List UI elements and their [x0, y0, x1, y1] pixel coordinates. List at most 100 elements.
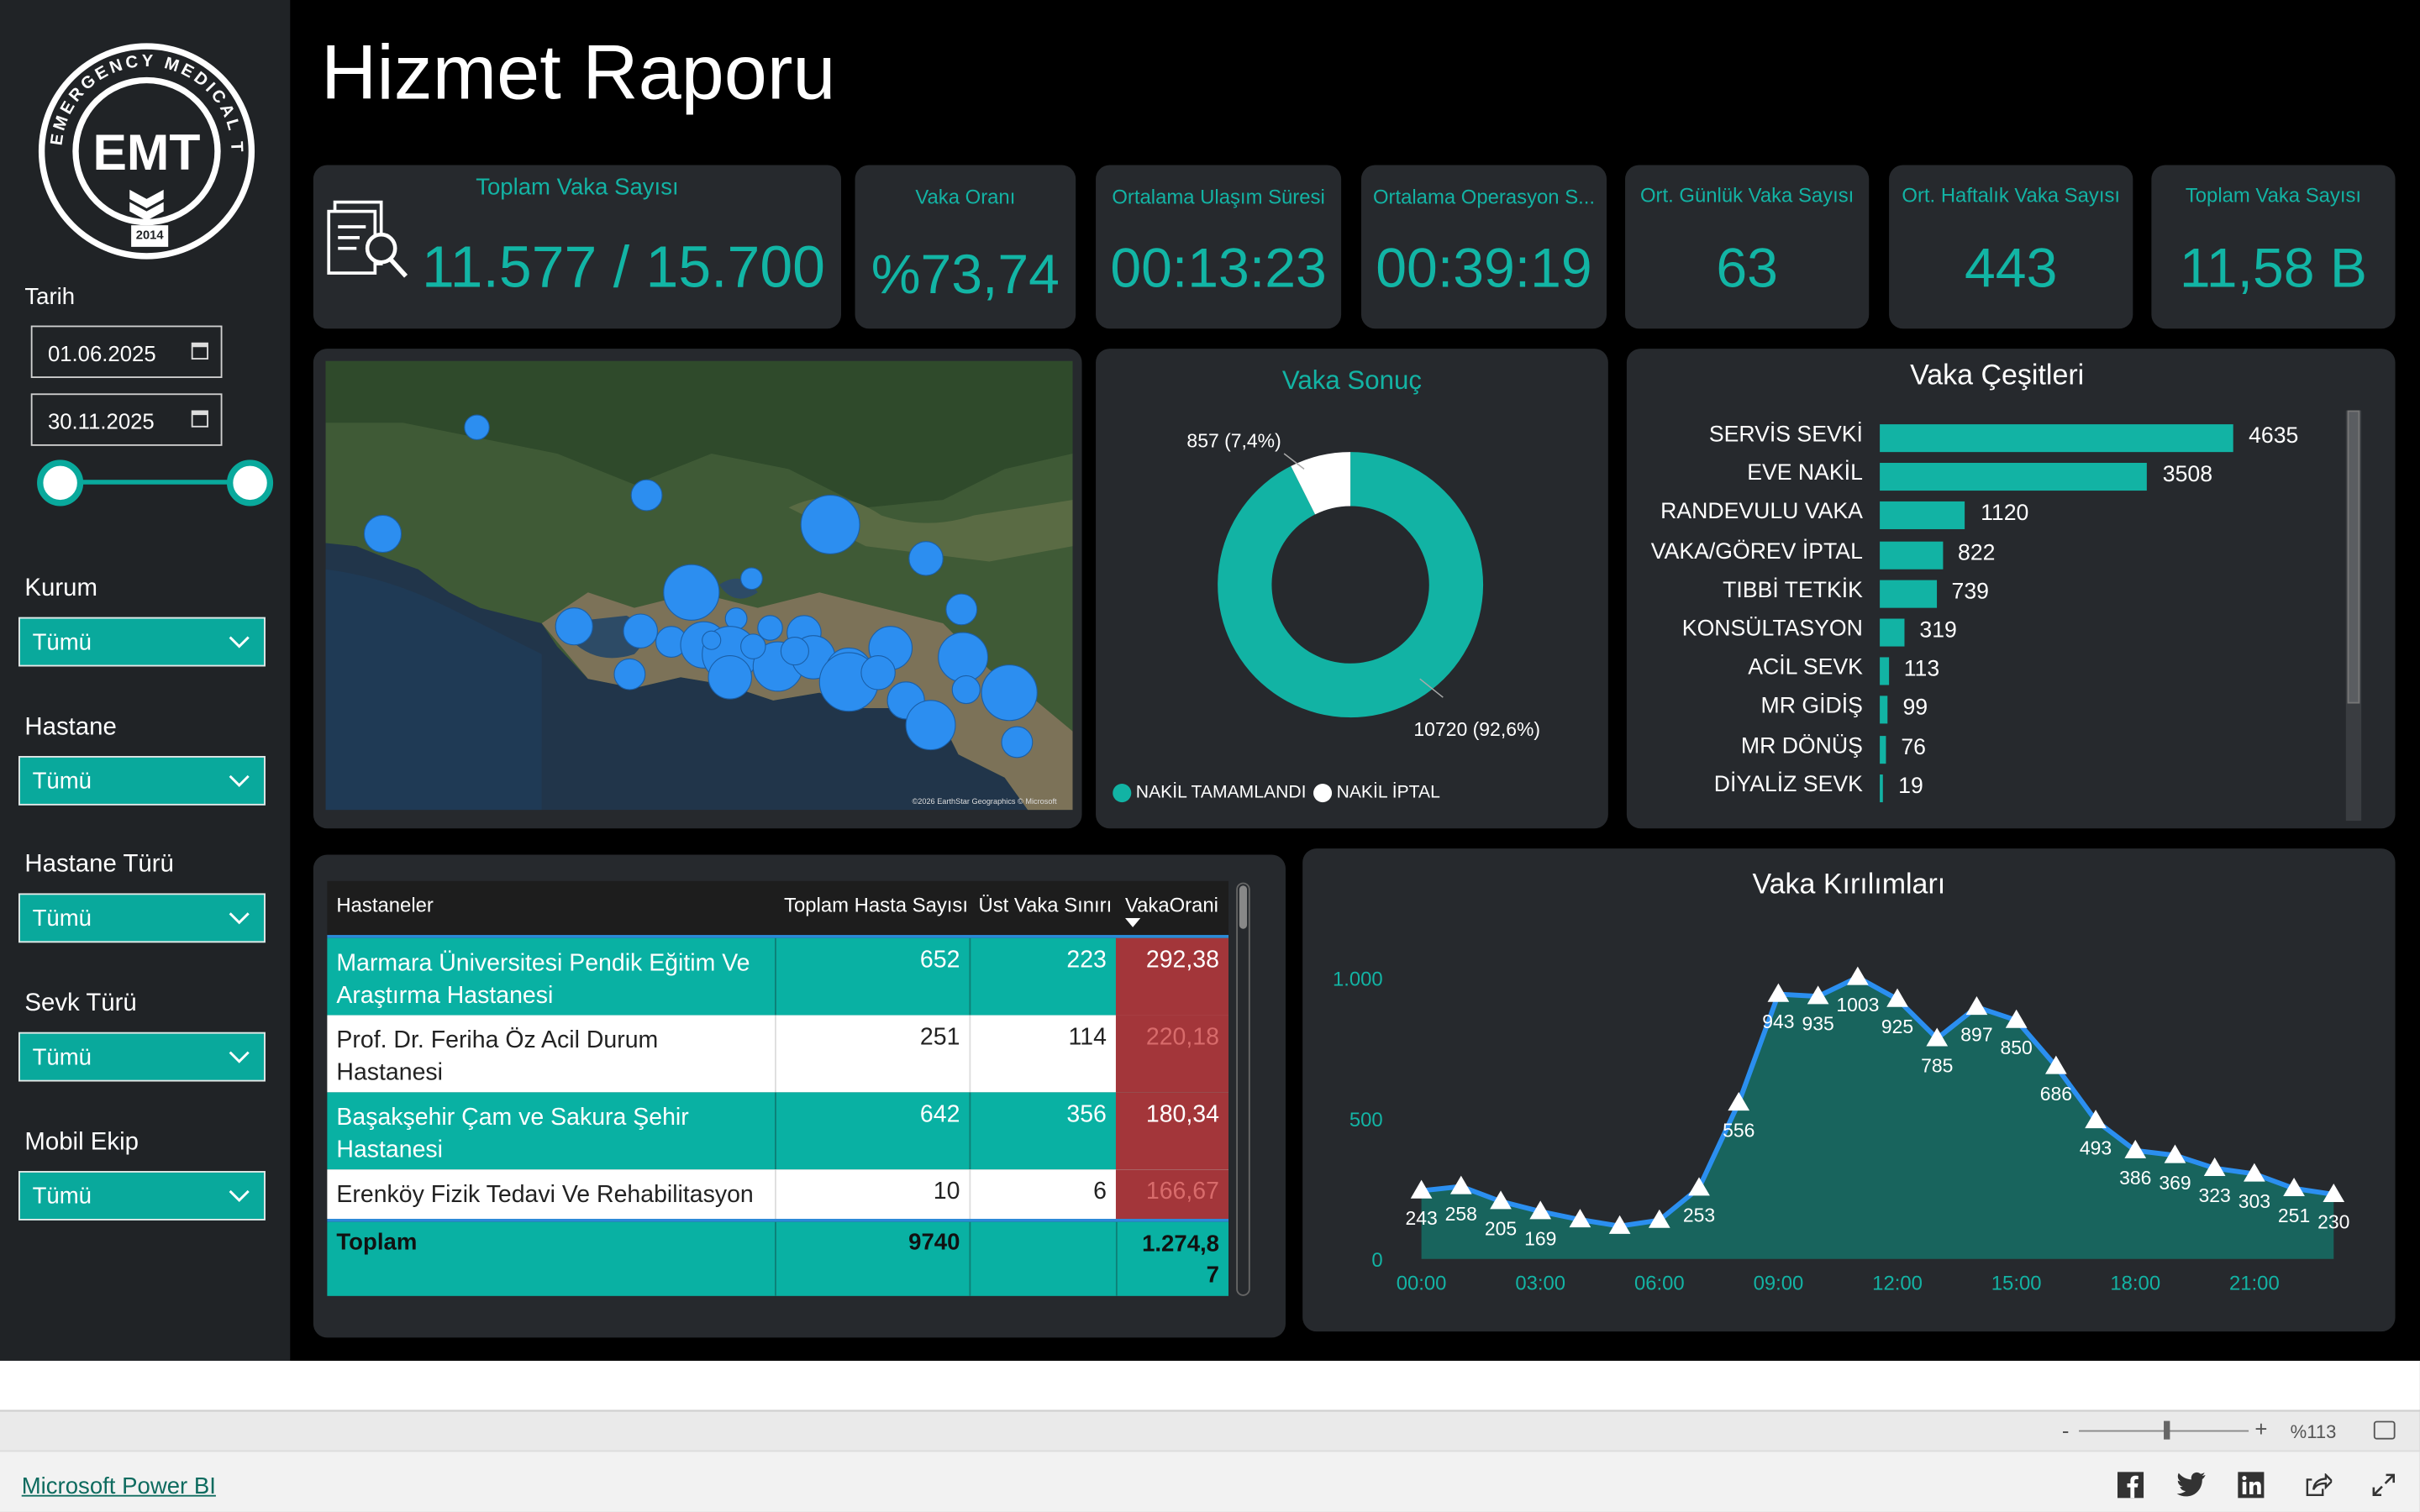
- date-range-start-handle[interactable]: [37, 459, 84, 507]
- scrollbar-thumb[interactable]: [2347, 410, 2360, 704]
- bar-value-label: 4635: [2249, 424, 2299, 449]
- legend-cancelled[interactable]: NAKİL İPTAL: [1337, 784, 1440, 802]
- bar[interactable]: [1880, 774, 1883, 802]
- bar-chart-scrollbar[interactable]: [2345, 410, 2362, 822]
- vaka-sonuc-donut[interactable]: [1096, 349, 1608, 828]
- kpi-card-avg-daily[interactable]: Ort. Günlük Vaka Sayısı 63: [1625, 165, 1870, 329]
- kpi-card-avg-weekly[interactable]: Ort. Haftalık Vaka Sayısı 443: [1889, 165, 2133, 329]
- hastane-dropdown[interactable]: Tümü: [18, 755, 266, 806]
- mobil-ekip-dropdown[interactable]: Tümü: [18, 1171, 266, 1221]
- document-search-icon: [327, 200, 408, 278]
- bar[interactable]: [1880, 696, 1888, 725]
- date-start-input[interactable]: 01.06.2025: [30, 325, 223, 378]
- chevron-down-icon: [229, 636, 250, 648]
- bar-category-label: MR DÖNÜŞ: [1740, 733, 1863, 759]
- map-bubble[interactable]: [1001, 726, 1034, 759]
- vaka-kirilimlari-area-chart[interactable]: 0 500 1.000 243 258 205 169 253 556 943 9351003925…: [1302, 848, 2395, 1331]
- data-point-marker[interactable]: [1965, 996, 1988, 1016]
- hospital-name-line1: Prof. Dr. Feriha Öz Acil Durum: [336, 1027, 659, 1054]
- kpi-card-case-rate[interactable]: Vaka Oranı %73,74: [855, 165, 1076, 329]
- date-range-end-handle[interactable]: [226, 459, 274, 507]
- kpi-card-total-cases[interactable]: Toplam Vaka Sayısı 11.577 / 15.700: [313, 165, 842, 329]
- map-bubble[interactable]: [630, 479, 663, 512]
- bar[interactable]: [1880, 463, 2148, 491]
- kpi-title: Toplam Vaka Sayısı: [476, 174, 679, 201]
- bar[interactable]: [1880, 501, 1965, 530]
- data-point-marker[interactable]: [1846, 966, 1869, 985]
- fit-to-page-icon[interactable]: [2373, 1420, 2396, 1440]
- linkedin-icon[interactable]: [2238, 1472, 2265, 1499]
- total-ratio: 1.274,8 7: [1115, 1221, 1228, 1296]
- bar[interactable]: [1880, 657, 1889, 685]
- bar[interactable]: [1880, 618, 1905, 647]
- map-bubble[interactable]: [981, 664, 1038, 722]
- kpi-card-avg-arrival[interactable]: Ortalama Ulaşım Süresi 00:13:23: [1096, 165, 1342, 329]
- map-bubble[interactable]: [905, 700, 956, 751]
- fullscreen-icon[interactable]: [2372, 1473, 2396, 1497]
- map-bubble[interactable]: [860, 655, 896, 690]
- map-bubble[interactable]: [363, 514, 402, 554]
- map-bubble[interactable]: [708, 655, 753, 700]
- hastane-turu-dropdown[interactable]: Tümü: [18, 893, 266, 943]
- map-bubble[interactable]: [757, 615, 783, 641]
- table-scrollbar[interactable]: [1236, 882, 1250, 1296]
- sort-desc-icon[interactable]: [1124, 917, 1141, 927]
- data-label: 253: [1683, 1205, 1715, 1226]
- bar-value-label: 1120: [1981, 501, 2029, 528]
- map-bubble[interactable]: [702, 630, 722, 650]
- twitter-icon[interactable]: [2176, 1472, 2206, 1497]
- mobil-ekip-value: Tümü: [32, 1183, 92, 1210]
- map-bubble[interactable]: [555, 607, 593, 646]
- sevk-turu-dropdown[interactable]: Tümü: [18, 1032, 266, 1082]
- map-bubble[interactable]: [740, 633, 766, 659]
- table-row[interactable]: Prof. Dr. Feriha Öz Acil Durum Hastanesi …: [327, 1015, 1229, 1093]
- facebook-icon[interactable]: [2117, 1472, 2144, 1499]
- zoom-in-button[interactable]: +: [2254, 1416, 2267, 1441]
- table-row[interactable]: Başakşehir Çam ve Sakura Şehir Hastanesi …: [327, 1092, 1229, 1170]
- zoom-slider-thumb[interactable]: [2164, 1420, 2170, 1440]
- map-bubble[interactable]: [800, 495, 860, 554]
- bar[interactable]: [1880, 424, 2233, 453]
- map-bubble[interactable]: [908, 541, 944, 576]
- bar[interactable]: [1880, 580, 1937, 608]
- map-bubble[interactable]: [663, 564, 720, 621]
- share-icon[interactable]: [2306, 1473, 2333, 1497]
- table-row[interactable]: Marmara Üniversitesi Pendik Eğitim Ve Ara…: [327, 937, 1229, 1016]
- scrollbar-thumb[interactable]: [1239, 885, 1248, 929]
- map-bubble[interactable]: [623, 613, 658, 648]
- map-bubble[interactable]: [740, 567, 763, 591]
- zoom-out-button[interactable]: -: [2062, 1418, 2070, 1442]
- col-header-total[interactable]: Toplam Hasta Sayısı: [784, 893, 968, 916]
- map-bubble[interactable]: [613, 658, 646, 690]
- calendar-icon[interactable]: [191, 342, 208, 360]
- bar[interactable]: [1880, 735, 1886, 764]
- map-bubble[interactable]: [464, 414, 490, 441]
- table-row[interactable]: Erenköy Fizik Tedavi Ve Rehabilitasyon 1…: [327, 1169, 1229, 1219]
- powerbi-link[interactable]: Microsoft Power BI: [22, 1473, 216, 1499]
- table-total-row: Toplam 9740 1.274,8 7: [327, 1221, 1229, 1296]
- x-tick-label: 21:00: [2229, 1272, 2280, 1294]
- cell-total: 10: [775, 1169, 969, 1219]
- cell-limit: 356: [969, 1092, 1115, 1170]
- map-bubble[interactable]: [951, 675, 981, 705]
- col-header-limit[interactable]: Üst Vaka Sınırı: [978, 893, 1112, 916]
- map-bubble[interactable]: [945, 593, 978, 626]
- total-limit-empty: [969, 1221, 1115, 1296]
- kpi-card-avg-operation[interactable]: Ortalama Operasyon S... 00:39:19: [1360, 165, 1607, 329]
- map-bubble[interactable]: [780, 637, 809, 666]
- date-end-input[interactable]: 30.11.2025: [30, 393, 223, 446]
- sevk-turu-value: Tümü: [32, 1044, 92, 1071]
- calendar-icon[interactable]: [191, 410, 208, 428]
- bar[interactable]: [1880, 540, 1943, 569]
- bar-value-label: 319: [1919, 618, 1957, 643]
- vaka-cesitleri-bars[interactable]: SERVİS SEVKİ 4635 EVE NAKİL 3508 RANDEVULU V…: [1627, 349, 2396, 828]
- kpi-card-total-cases-short[interactable]: Toplam Vaka Sayısı 11,58 B: [2151, 165, 2396, 329]
- legend-completed[interactable]: NAKİL TAMAMLANDI: [1136, 784, 1307, 802]
- bar-category-label: ACİL SEVK: [1748, 655, 1863, 681]
- col-header-ratio[interactable]: VakaOrani: [1125, 893, 1218, 916]
- bar-value-label: 3508: [2162, 463, 2213, 488]
- kurum-dropdown[interactable]: Tümü: [18, 617, 266, 667]
- case-location-map[interactable]: ©2026 EarthStar Geographics © Microsoft: [325, 360, 1073, 811]
- col-header-hastaneler[interactable]: Hastaneler: [336, 893, 433, 916]
- map-bubble[interactable]: [938, 632, 989, 683]
